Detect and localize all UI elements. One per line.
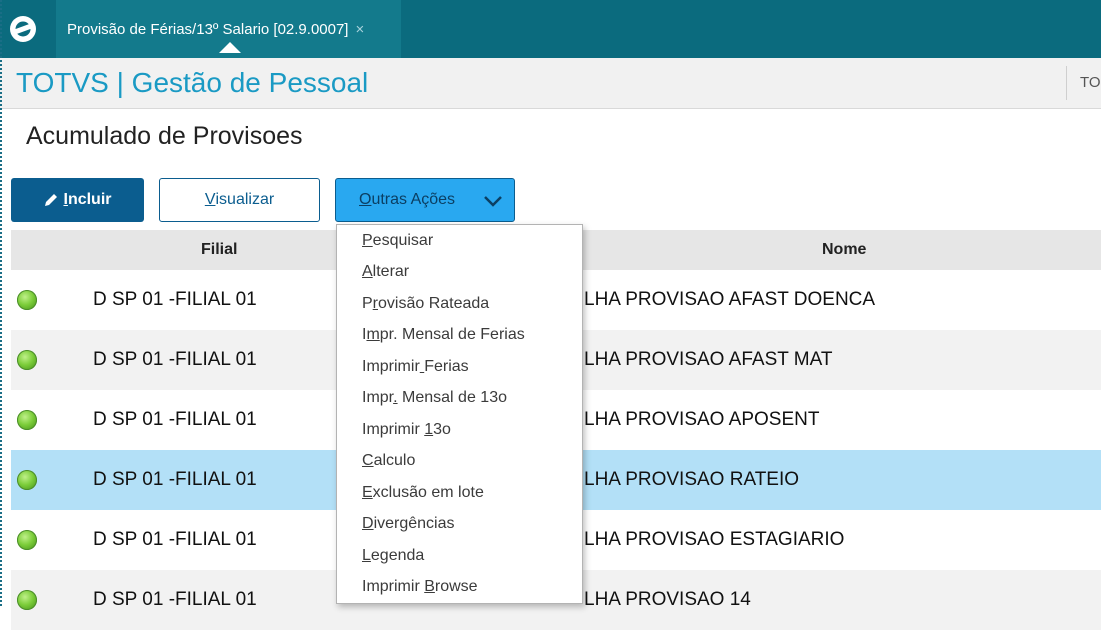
- menu-text: ivergências: [373, 515, 455, 532]
- visualizar-label: isualizar: [215, 191, 275, 208]
- menu-text: P: [362, 295, 373, 312]
- active-tab-caret-icon: [219, 42, 241, 53]
- cell-filial: D SP 01 -FILIAL 01: [93, 289, 257, 310]
- incluir-label: ncluir: [67, 191, 112, 208]
- visualizar-accel: V: [204, 191, 216, 208]
- cell-filial: D SP 01 -FILIAL 01: [93, 589, 257, 610]
- menu-text: alculo: [373, 452, 416, 469]
- menu-item-alterar[interactable]: Alterar: [362, 263, 409, 281]
- user-name[interactable]: TO: [1080, 74, 1101, 91]
- status-green-icon: [17, 530, 37, 550]
- menu-item-imprimir-browse[interactable]: Imprimir Browse: [362, 578, 478, 596]
- menu-accel: L: [362, 547, 371, 564]
- menu-item-divergencias[interactable]: Divergências: [362, 515, 455, 533]
- visualizar-button[interactable]: Visualizar: [159, 178, 320, 222]
- menu-text: lterar: [372, 263, 410, 280]
- menu-accel: 1: [424, 421, 434, 438]
- outras-acoes-menu: Pesquisar Alterar Provisão Rateada Impr.…: [336, 224, 583, 604]
- menu-accel: P: [362, 232, 373, 249]
- frame-edge: [0, 0, 4, 606]
- app-header: TOTVS | Gestão de Pessoal TO: [0, 58, 1101, 109]
- menu-text: 3o: [433, 421, 451, 438]
- menu-text: rowse: [434, 578, 478, 595]
- cell-nome: LHA PROVISAO AFAST MAT: [584, 349, 833, 370]
- cell-nome: LHA PROVISAO RATEIO: [584, 469, 800, 490]
- top-tab-bar: Provisão de Férias/13º Salario [02.9.000…: [0, 0, 1101, 58]
- column-header-filial[interactable]: Filial: [201, 241, 237, 259]
- page-title: Acumulado de Provisoes: [26, 122, 303, 150]
- menu-accel: m: [366, 326, 380, 343]
- cell-filial: D SP 01 -FILIAL 01: [93, 469, 257, 490]
- tab-label: Provisão de Férias/13º Salario [02.9.000…: [67, 20, 349, 38]
- cell-nome: LHA PROVISAO APOSENT: [584, 409, 820, 430]
- menu-accel: C: [362, 452, 374, 469]
- cell-nome: LHA PROVISAO ESTAGIARIO: [584, 529, 845, 550]
- cell-filial: D SP 01 -FILIAL 01: [93, 349, 257, 370]
- menu-item-provisao-rateada[interactable]: Provisão Rateada: [362, 295, 489, 313]
- menu-text: Mensal de 13o: [397, 389, 507, 406]
- incluir-button[interactable]: Incluir: [11, 178, 144, 222]
- menu-item-impr-mensal-13o[interactable]: Impr. Mensal de 13o: [362, 389, 507, 407]
- cell-filial: D SP 01 -FILIAL 01: [93, 529, 257, 550]
- menu-text: Imprimir: [362, 358, 420, 375]
- column-header-nome[interactable]: Nome: [822, 241, 866, 259]
- outras-accel: O: [359, 191, 372, 208]
- menu-text: esquisar: [372, 232, 434, 249]
- menu-text: Imprimir: [362, 421, 425, 438]
- menu-text: egenda: [370, 547, 425, 564]
- cell-nome: LHA PROVISAO 14: [584, 589, 751, 610]
- pencil-icon: [45, 194, 58, 206]
- status-green-icon: [17, 410, 37, 430]
- menu-text: pr. Mensal de Ferias: [379, 326, 525, 343]
- menu-text: xclusão em lote: [372, 484, 484, 501]
- totvs-logo-icon[interactable]: [4, 10, 42, 48]
- menu-item-imprimir-13o[interactable]: Imprimir 13o: [362, 421, 451, 439]
- menu-accel: B: [424, 578, 435, 595]
- menu-text: ovisão Rateada: [378, 295, 490, 312]
- menu-item-exclusao-em-lote[interactable]: Exclusão em lote: [362, 484, 484, 502]
- menu-item-legenda[interactable]: Legenda: [362, 547, 424, 565]
- menu-item-imprimir-ferias[interactable]: Imprimir Ferias: [362, 358, 469, 376]
- status-green-icon: [17, 350, 37, 370]
- menu-text: Imprimir: [362, 578, 425, 595]
- cell-nome: LHA PROVISAO AFAST DOENCA: [584, 289, 876, 310]
- menu-accel: D: [362, 515, 374, 532]
- status-green-icon: [17, 590, 37, 610]
- cell-filial: D SP 01 -FILIAL 01: [93, 409, 257, 430]
- chevron-down-icon: [484, 196, 502, 207]
- menu-accel: A: [362, 263, 373, 280]
- menu-item-pesquisar[interactable]: Pesquisar: [362, 232, 433, 250]
- header-divider: [1066, 66, 1067, 100]
- status-green-icon: [17, 470, 37, 490]
- outras-acoes-button[interactable]: Outras Ações: [335, 178, 515, 222]
- menu-accel: E: [362, 484, 373, 501]
- outras-label: utras Ações: [371, 191, 456, 208]
- menu-text: Ferias: [424, 358, 469, 375]
- menu-text: Impr: [362, 389, 394, 406]
- close-icon[interactable]: ×: [355, 21, 364, 38]
- menu-item-calculo[interactable]: Calculo: [362, 452, 415, 470]
- status-green-icon: [17, 290, 37, 310]
- menu-item-impr-mensal-ferias[interactable]: Impr. Mensal de Ferias: [362, 326, 525, 344]
- app-title: TOTVS | Gestão de Pessoal: [16, 67, 369, 98]
